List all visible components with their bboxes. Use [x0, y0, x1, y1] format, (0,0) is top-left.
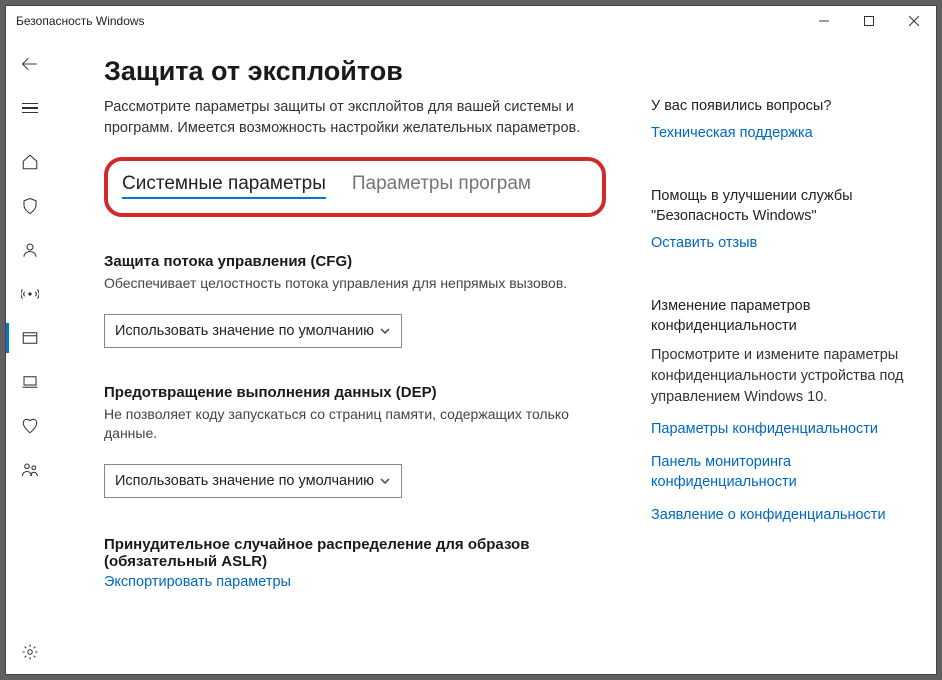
aside-privacy: Изменение параметров конфиденциальности …	[651, 296, 912, 526]
aside-support-link[interactable]: Техническая поддержка	[651, 124, 912, 144]
minimize-button[interactable]	[801, 6, 846, 36]
setting-cfg: Защита потока управления (CFG) Обеспечив…	[104, 253, 604, 348]
tab-program-settings[interactable]: Параметры програм	[352, 173, 531, 199]
main-pane: Защита от эксплойтов Рассмотрите парамет…	[54, 36, 651, 674]
nav-rail	[6, 36, 54, 674]
close-button[interactable]	[891, 6, 936, 36]
setting-cfg-dropdown[interactable]: Использовать значение по умолчанию	[104, 314, 402, 348]
hamburger-button[interactable]	[6, 86, 54, 130]
setting-aslr-sub: (обязательный ASLR)	[104, 553, 631, 570]
nav-health[interactable]	[6, 404, 54, 448]
signal-icon	[21, 285, 39, 303]
aside-feedback-link[interactable]: Оставить отзыв	[651, 234, 912, 254]
chevron-down-icon	[379, 475, 391, 487]
content: Защита от эксплойтов Рассмотрите парамет…	[54, 36, 936, 674]
aside-feedback-heading: Помощь в улучшении службы "Безопасность …	[651, 186, 912, 227]
nav-virus[interactable]	[6, 184, 54, 228]
home-icon	[21, 153, 39, 171]
shield-icon	[21, 197, 39, 215]
export-settings-link[interactable]: Экспортировать параметры	[104, 574, 291, 590]
nav-firewall[interactable]	[6, 272, 54, 316]
page-title: Защита от эксплойтов	[104, 56, 631, 87]
aside-privacy-settings-link[interactable]: Параметры конфиденциальности	[651, 420, 912, 440]
page-description: Рассмотрите параметры защиты от эксплойт…	[104, 97, 584, 139]
laptop-icon	[21, 373, 39, 391]
setting-dep: Предотвращение выполнения данных (DEP) Н…	[104, 384, 604, 498]
nav-settings[interactable]	[6, 630, 54, 674]
aside-questions-heading: У вас появились вопросы?	[651, 96, 912, 116]
tabs: Системные параметры Параметры програм	[122, 173, 586, 199]
aside-privacy-text: Просмотрите и измените параметры конфиде…	[651, 345, 912, 408]
nav-account[interactable]	[6, 228, 54, 272]
back-button[interactable]	[6, 42, 54, 86]
window-icon	[21, 329, 39, 347]
window-title: Безопасность Windows	[16, 14, 145, 28]
setting-aslr-title: Принудительное случайное распределение д…	[104, 536, 631, 553]
setting-dep-desc: Не позволяет коду запускаться со страниц…	[104, 405, 604, 444]
family-icon	[21, 461, 39, 479]
hamburger-icon	[22, 103, 38, 114]
nav-app-browser[interactable]	[6, 316, 54, 360]
titlebar: Безопасность Windows	[6, 6, 936, 36]
chevron-down-icon	[379, 325, 391, 337]
body: Защита от эксплойтов Рассмотрите парамет…	[6, 36, 936, 674]
setting-dep-title: Предотвращение выполнения данных (DEP)	[104, 384, 604, 401]
aside-privacy-statement-link[interactable]: Заявление о конфиденциальности	[651, 506, 912, 526]
tab-system-settings[interactable]: Системные параметры	[122, 173, 326, 199]
aside-privacy-heading: Изменение параметров конфиденциальности	[651, 296, 912, 337]
setting-cfg-desc: Обеспечивает целостность потока управлен…	[104, 274, 604, 294]
nav-family[interactable]	[6, 448, 54, 492]
aside-pane: У вас появились вопросы? Техническая под…	[651, 36, 936, 674]
maximize-button[interactable]	[846, 6, 891, 36]
nav-home[interactable]	[6, 140, 54, 184]
aside-privacy-dashboard-link[interactable]: Панель мониторинга конфиденциальности	[651, 453, 912, 492]
window-controls	[801, 6, 936, 36]
dropdown-value: Использовать значение по умолчанию	[115, 473, 374, 489]
tabs-highlight-box: Системные параметры Параметры програм	[104, 157, 606, 217]
gear-icon	[21, 643, 39, 661]
aside-feedback: Помощь в улучшении службы "Безопасность …	[651, 186, 912, 254]
person-icon	[21, 241, 39, 259]
dropdown-value: Использовать значение по умолчанию	[115, 323, 374, 339]
aside-questions: У вас появились вопросы? Техническая под…	[651, 96, 912, 144]
heart-icon	[21, 417, 39, 435]
app-window: Безопасность Windows	[5, 5, 937, 675]
setting-dep-dropdown[interactable]: Использовать значение по умолчанию	[104, 464, 402, 498]
setting-cfg-title: Защита потока управления (CFG)	[104, 253, 604, 270]
nav-device-security[interactable]	[6, 360, 54, 404]
